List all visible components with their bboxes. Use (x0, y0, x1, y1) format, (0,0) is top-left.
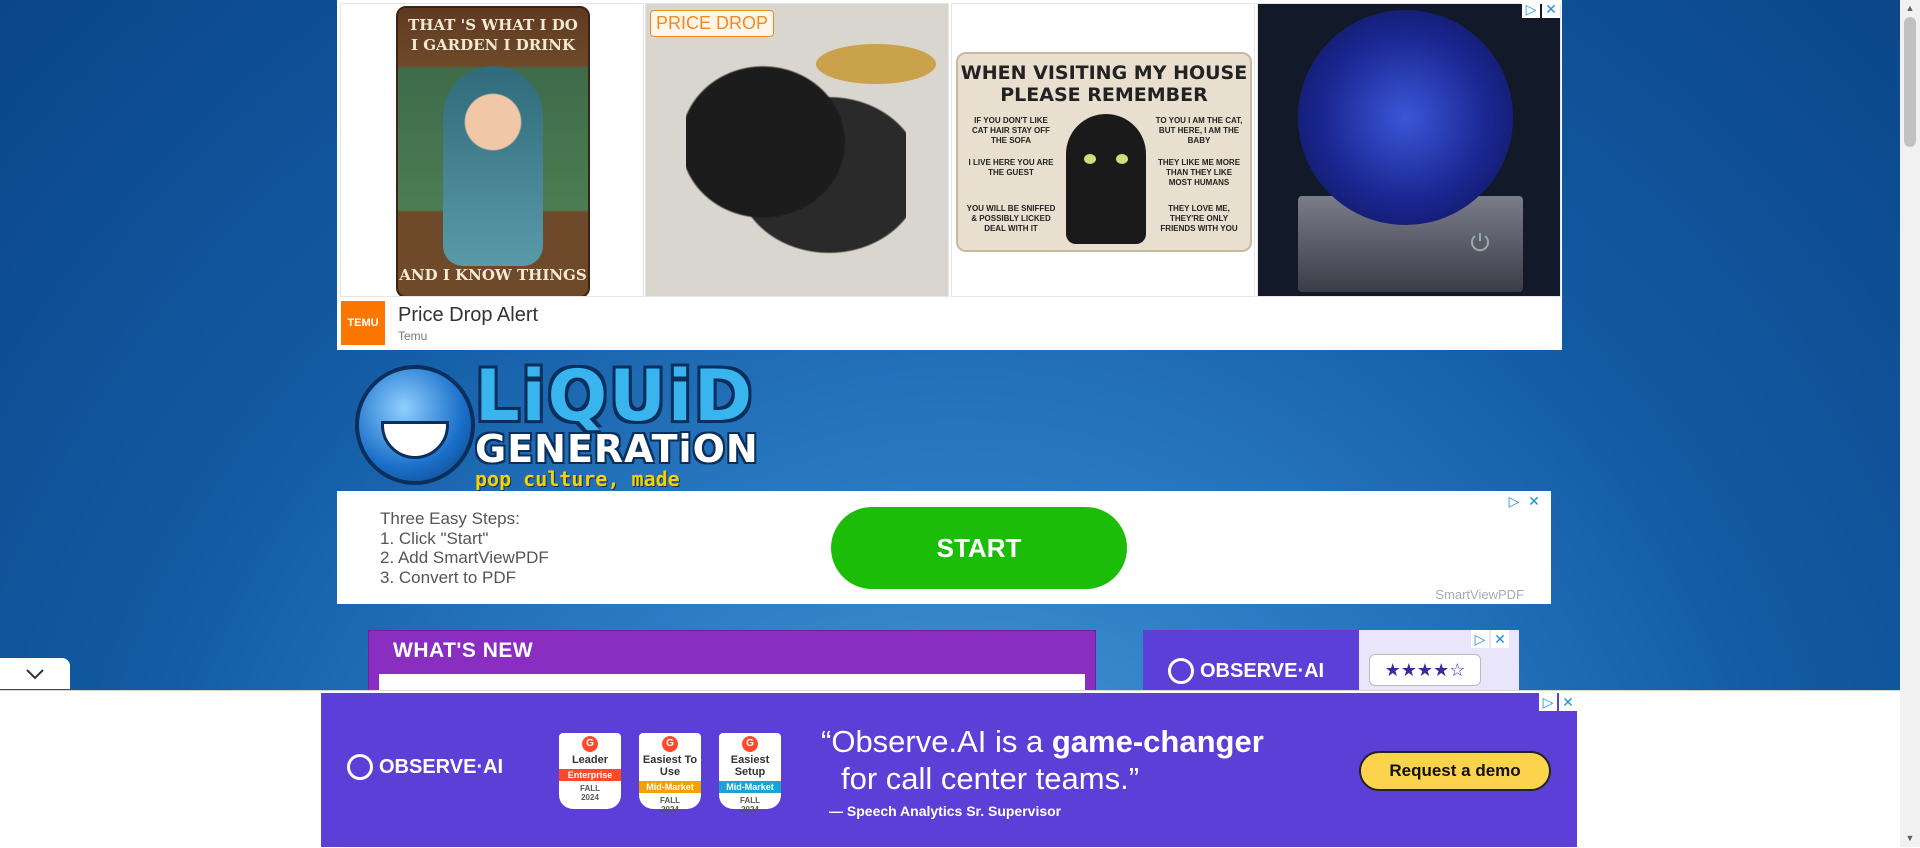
power-icon (1471, 233, 1489, 252)
start-button[interactable]: START (831, 507, 1127, 589)
garden-sign-image: THAT 'S WHAT I DO I GARDEN I DRINK AND I… (396, 6, 590, 296)
adchoices-icon[interactable]: ▷ (1539, 693, 1557, 711)
sign-line-3: AND I KNOW THINGS (399, 266, 587, 284)
scrollbar-thumb[interactable] (1904, 17, 1916, 147)
observe-ai-logo: OBSERVE·AI (347, 754, 503, 780)
step-2: 2. Add SmartViewPDF (380, 548, 549, 567)
badge-title: Easiest To Use (642, 754, 698, 778)
step-3: 3. Convert to PDF (380, 567, 517, 587)
rating-stars: ★★★★☆ (1369, 654, 1481, 686)
ad-choices[interactable]: ▷ ✕ (1522, 0, 1560, 18)
price-drop-badge: PRICE DROP (650, 10, 775, 37)
g2-badge-easiest-to-use: G Easiest To Use Mid-Market FALL 2024 (639, 733, 701, 814)
step-heading: Three Easy Steps: (380, 509, 520, 528)
scroll-up-arrow-icon[interactable]: ▲ (1900, 0, 1920, 17)
badge-year: 2024 (661, 805, 679, 814)
request-demo-button[interactable]: Request a demo (1359, 751, 1551, 791)
badge-ribbon: Mid-Market (719, 781, 781, 793)
observe-ai-mark-icon (1168, 658, 1194, 684)
badge-year: 2024 (581, 793, 599, 802)
ad-advertiser: Temu (398, 328, 428, 343)
cat-sign-note: THEY LIKE ME MORE THAN THEY LIKE MOST HU… (1157, 158, 1241, 187)
close-ad-icon[interactable]: ✕ (1542, 0, 1560, 18)
cat-sign-note: YOU WILL BE SNIFFED & POSSIBLY LICKED DE… (966, 204, 1056, 233)
black-cat-illustration (1066, 114, 1146, 244)
badge-season: FALL (580, 784, 600, 793)
ad-choices[interactable]: ▷ ✕ (1505, 492, 1543, 510)
observe-ai-side-ad[interactable]: OBSERVE·AI ★★★★☆ ▷ ✕ (1143, 630, 1519, 690)
badge-ribbon: Enterprise (559, 769, 621, 781)
cat-sign-note: TO YOU I AM THE CAT, BUT HERE, I AM THE … (1155, 116, 1243, 145)
badge-year: 2024 (741, 805, 759, 814)
ad-choices[interactable]: ▷ ✕ (1471, 630, 1509, 648)
scroll-down-arrow-icon[interactable]: ▼ (1900, 830, 1920, 847)
page-scrollbar[interactable]: ▲ ▼ (1900, 0, 1920, 847)
crystal-globe-image (1298, 10, 1513, 225)
badge-ribbon: Mid-Market (639, 781, 701, 793)
ad-advertiser: SmartViewPDF (1435, 587, 1524, 602)
observe-ai-mark-icon (347, 754, 373, 780)
temu-ad-banner[interactable]: THAT 'S WHAT I DO I GARDEN I DRINK AND I… (337, 0, 1562, 350)
smartviewpdf-ad[interactable]: Three Easy Steps: 1. Click "Start" 2. Ad… (337, 491, 1551, 604)
cat-sign-note: I LIVE HERE YOU ARE THE GUEST (968, 158, 1054, 177)
chevron-down-icon (26, 668, 44, 679)
ad-choices[interactable]: ▷ ✕ (1539, 693, 1577, 711)
logo-word-liquid: LiQUiD (475, 355, 755, 437)
close-ad-icon[interactable]: ✕ (1525, 492, 1543, 510)
section-heading: WHAT'S NEW (393, 639, 534, 662)
ad-title[interactable]: Price Drop Alert (398, 304, 538, 327)
adchoices-icon[interactable]: ▷ (1505, 492, 1523, 510)
badge-title: Easiest Setup (730, 754, 770, 778)
temu-logo: TEMU (341, 301, 385, 345)
observe-ai-bottom-ad[interactable]: OBSERVE·AI G Leader Enterprise FALL 2024… (321, 693, 1577, 847)
ad-product-garden-sign[interactable]: THAT 'S WHAT I DO I GARDEN I DRINK AND I… (340, 3, 644, 297)
sign-line-2: I GARDEN I DRINK (410, 36, 575, 54)
step-1: 1. Click "Start" (380, 528, 489, 548)
temu-ad-footer[interactable]: TEMU Price Drop Alert Temu (341, 300, 538, 346)
sign-line-1: THAT 'S WHAT I DO (408, 16, 578, 34)
g2-badge-easiest-setup: G Easiest Setup Mid-Market FALL 2024 (719, 733, 781, 814)
g2-badge-leader: G Leader Enterprise FALL 2024 (559, 733, 621, 809)
cat-sign-headline: WHEN VISITING MY HOUSE PLEASE REMEMBER (960, 62, 1248, 106)
ad-product-galaxy-globe[interactable] (1257, 3, 1561, 297)
testimonial-attribution: — Speech Analytics Sr. Supervisor (829, 803, 1062, 819)
badge-season: FALL (660, 796, 680, 805)
ad-product-bulldog-tray[interactable]: PRICE DROP (645, 3, 949, 297)
smiley-mascot-icon (355, 365, 475, 485)
testimonial-quote: “Observe.AI is a game-changer for call c… (821, 724, 1264, 796)
cat-sign-note: IF YOU DON'T LIKE CAT HAIR STAY OFF THE … (972, 116, 1050, 145)
ad-steps: Three Easy Steps: 1. Click "Start" 2. Ad… (380, 509, 549, 587)
adchoices-icon[interactable]: ▷ (1471, 630, 1489, 648)
logo-word-generation: GENERATiON (475, 427, 759, 471)
bulldog-statue-image (686, 54, 906, 274)
badge-title: Leader (571, 754, 609, 766)
close-ad-icon[interactable]: ✕ (1559, 693, 1577, 711)
cat-sign-note: THEY LOVE ME, THEY'RE ONLY FRIENDS WITH … (1160, 204, 1238, 233)
observe-ai-logo: OBSERVE·AI (1168, 658, 1324, 684)
collapse-ad-button[interactable] (0, 658, 70, 689)
adchoices-icon[interactable]: ▷ (1522, 0, 1540, 18)
badge-season: FALL (740, 796, 760, 805)
site-logo[interactable]: LiQUiD GENERATiON pop culture, made funn… (350, 355, 758, 515)
close-ad-icon[interactable]: ✕ (1491, 630, 1509, 648)
ad-product-cat-sign[interactable]: WHEN VISITING MY HOUSE PLEASE REMEMBER I… (951, 3, 1255, 297)
gardener-illustration (443, 66, 543, 266)
whats-new-section: WHAT'S NEW (368, 630, 1096, 694)
cat-sign-image: WHEN VISITING MY HOUSE PLEASE REMEMBER I… (956, 52, 1252, 252)
